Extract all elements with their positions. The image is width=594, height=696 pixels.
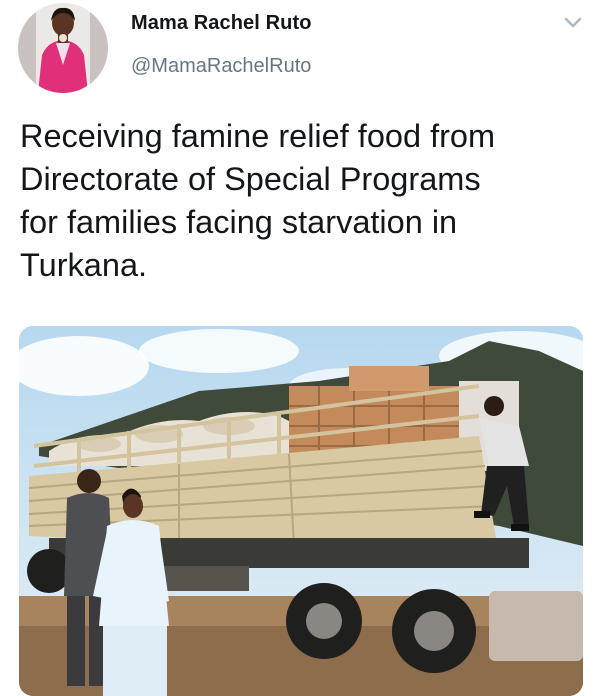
- author-name[interactable]: Mama Rachel Ruto: [131, 12, 312, 35]
- tweet-photo[interactable]: [19, 326, 583, 696]
- author-handle[interactable]: @MamaRachelRuto: [131, 55, 311, 78]
- chevron-down-icon[interactable]: [563, 13, 583, 33]
- relief-truck-photo: [19, 326, 583, 696]
- author-avatar[interactable]: [18, 3, 108, 93]
- tweet-text: Receiving famine relief food from Direct…: [20, 118, 496, 283]
- avatar-photo: [18, 3, 108, 93]
- tweet-card: Mama Rachel Ruto @MamaRachelRuto Receivi…: [0, 0, 594, 696]
